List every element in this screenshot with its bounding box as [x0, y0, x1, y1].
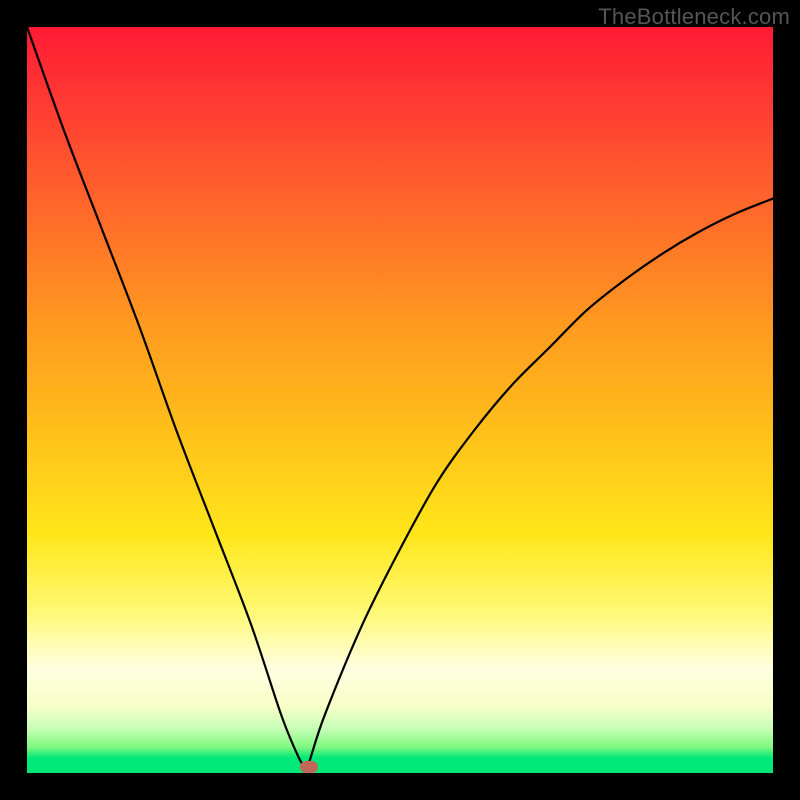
- min-marker: [300, 761, 318, 773]
- curve-svg: [27, 27, 773, 773]
- chart-frame: TheBottleneck.com: [0, 0, 800, 800]
- bottleneck-curve: [27, 27, 773, 770]
- plot-area: [27, 27, 773, 773]
